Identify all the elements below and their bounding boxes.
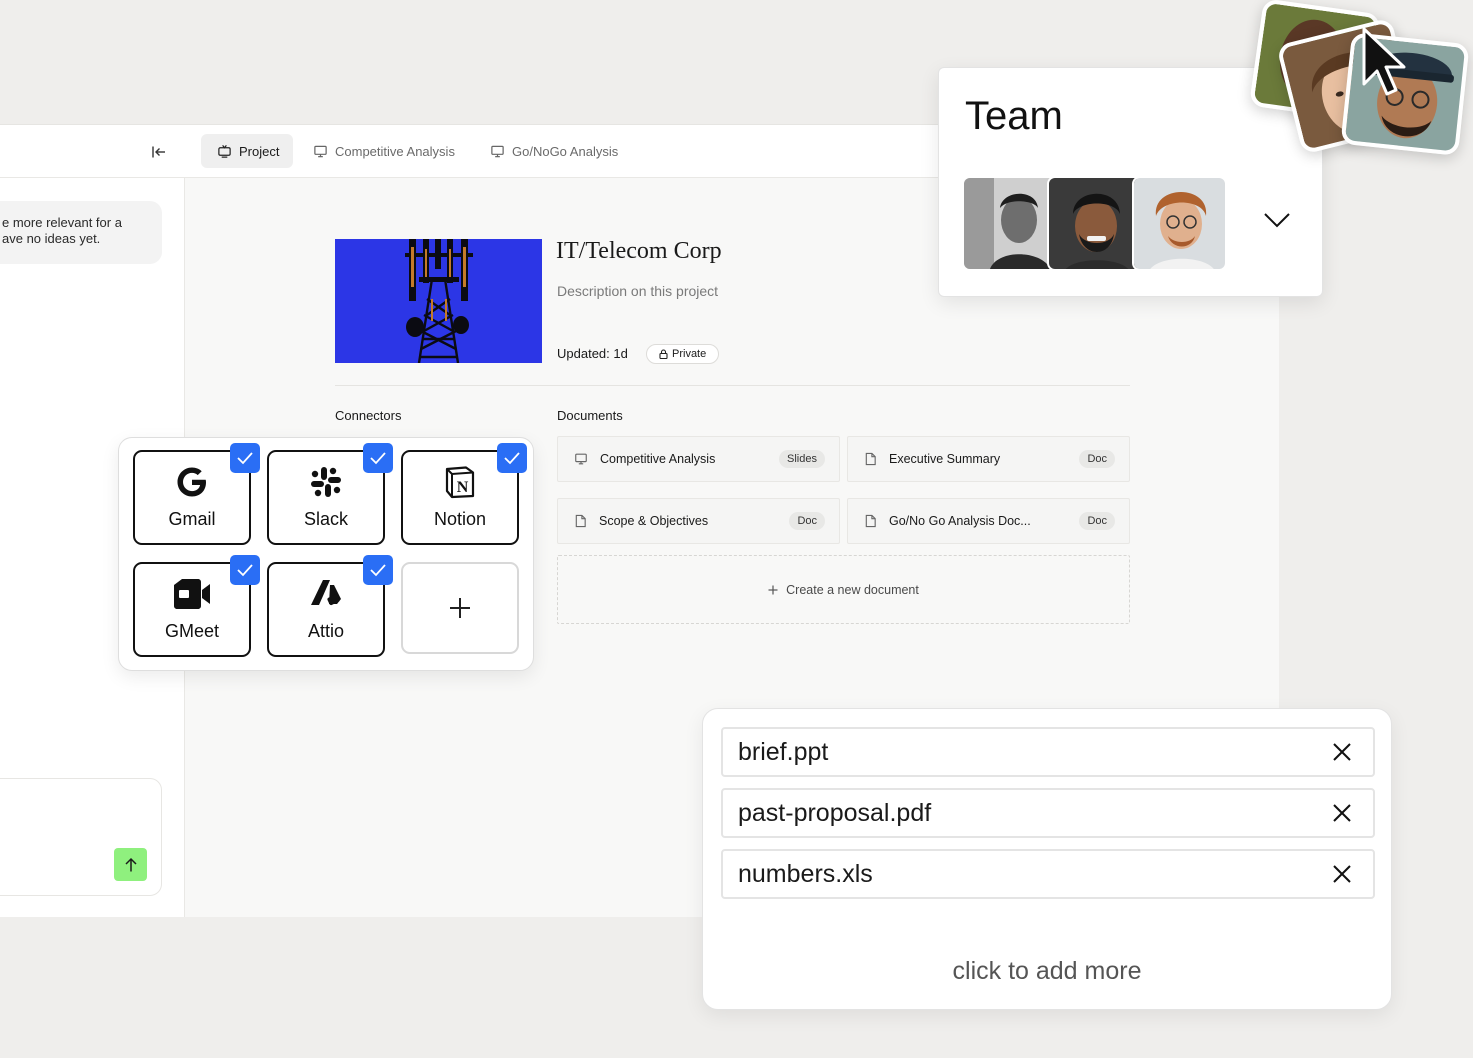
file-name: brief.ppt [738, 737, 829, 766]
check-icon [363, 555, 393, 585]
file-name: numbers.xls [738, 859, 873, 888]
document-card-go-no-go-analysis[interactable]: Go/No Go Analysis Doc... Doc [847, 498, 1130, 544]
check-icon [230, 443, 260, 473]
document-name: Competitive Analysis [600, 452, 716, 466]
notion-icon: N [445, 466, 475, 499]
lock-icon [659, 349, 668, 359]
add-more-files-button[interactable]: click to add more [703, 957, 1391, 986]
document-card-competitive-analysis[interactable]: Competitive Analysis Slides [557, 436, 840, 482]
send-button[interactable] [114, 848, 147, 881]
arrow-up-icon [124, 857, 137, 871]
collapse-left-icon [152, 146, 165, 158]
tab-competitive-analysis[interactable]: Competitive Analysis [297, 134, 469, 168]
document-type-badge: Doc [789, 512, 825, 530]
chevron-down-icon [1264, 213, 1290, 228]
mouse-cursor-icon [1362, 27, 1406, 96]
project-description[interactable]: Description on this project [557, 283, 718, 299]
presentation-icon [491, 145, 504, 157]
chat-message-line: e more relevant for a [2, 215, 122, 230]
connector-label: Gmail [168, 509, 216, 529]
close-icon [1333, 743, 1351, 761]
check-icon [363, 443, 393, 473]
connectors-heading: Connectors [335, 408, 402, 423]
video-camera-icon [174, 579, 210, 609]
private-badge-label: Private [672, 348, 707, 360]
tab-go-nogo-analysis[interactable]: Go/NoGo Analysis [474, 134, 632, 168]
project-cover-image [335, 239, 542, 363]
attio-icon [311, 580, 341, 606]
connector-label: Attio [307, 621, 345, 641]
avatar[interactable] [1047, 176, 1142, 271]
tab-project[interactable]: Project [201, 134, 294, 168]
document-type-badge: Doc [1079, 450, 1115, 468]
chat-message-bubble: e more relevant for a ave no ideas yet. [0, 201, 162, 264]
chat-composer-input[interactable] [0, 778, 162, 896]
presentation-icon [314, 145, 327, 157]
file-icon [575, 514, 586, 528]
connectors-panel: Gmail Slack N Notion GMeet Attio [118, 437, 534, 671]
connector-label: GMeet [164, 621, 220, 641]
check-icon [230, 555, 260, 585]
remove-file-button[interactable] [1329, 861, 1355, 887]
google-icon [177, 467, 206, 497]
connector-label: Notion [433, 509, 487, 529]
file-icon [865, 514, 876, 528]
tv-icon [218, 144, 231, 158]
presentation-icon [575, 453, 587, 465]
chat-message-line: ave no ideas yet. [2, 231, 101, 246]
connector-label: Slack [303, 509, 348, 529]
remove-file-button[interactable] [1329, 739, 1355, 765]
document-name: Go/No Go Analysis Doc... [889, 514, 1031, 528]
tab-label: Competitive Analysis [335, 143, 455, 159]
project-title: IT/Telecom Corp [556, 238, 722, 264]
team-title: Team [965, 94, 1063, 138]
document-card-scope-objectives[interactable]: Scope & Objectives Doc [557, 498, 840, 544]
add-connector-button[interactable] [401, 562, 519, 654]
file-row[interactable]: past-proposal.pdf [721, 788, 1375, 838]
documents-heading: Documents [557, 408, 623, 423]
close-icon [1333, 865, 1351, 883]
remove-file-button[interactable] [1329, 800, 1355, 826]
plus-icon [450, 598, 470, 618]
updated-label: Updated: 1d [557, 346, 628, 361]
close-icon [1333, 804, 1351, 822]
avatar[interactable] [1132, 176, 1227, 271]
divider [335, 385, 1130, 386]
create-document-label: Create a new document [786, 582, 919, 597]
document-name: Executive Summary [889, 452, 1001, 466]
file-row[interactable]: numbers.xls [721, 849, 1375, 899]
files-panel: brief.ppt past-proposal.pdf numbers.xls … [702, 708, 1392, 1010]
document-type-badge: Slides [779, 450, 825, 468]
file-name: past-proposal.pdf [738, 798, 932, 827]
document-type-badge: Doc [1079, 512, 1115, 530]
check-icon [497, 443, 527, 473]
private-badge[interactable]: Private [646, 344, 720, 364]
file-row[interactable]: brief.ppt [721, 727, 1375, 777]
tab-label: Project [239, 143, 280, 159]
document-card-executive-summary[interactable]: Executive Summary Doc [847, 436, 1130, 482]
create-document-button[interactable]: Create a new document [557, 555, 1130, 624]
slack-icon [311, 467, 341, 497]
svg-text:N: N [457, 479, 469, 496]
team-expand-button[interactable] [1263, 212, 1291, 233]
tab-label: Go/NoGo Analysis [512, 143, 619, 159]
file-icon [865, 452, 876, 466]
avatar[interactable] [962, 176, 1057, 271]
document-name: Scope & Objectives [599, 514, 709, 528]
collapse-sidebar-button[interactable] [148, 141, 170, 163]
cell-tower-image [335, 239, 542, 363]
plus-icon [768, 585, 778, 594]
